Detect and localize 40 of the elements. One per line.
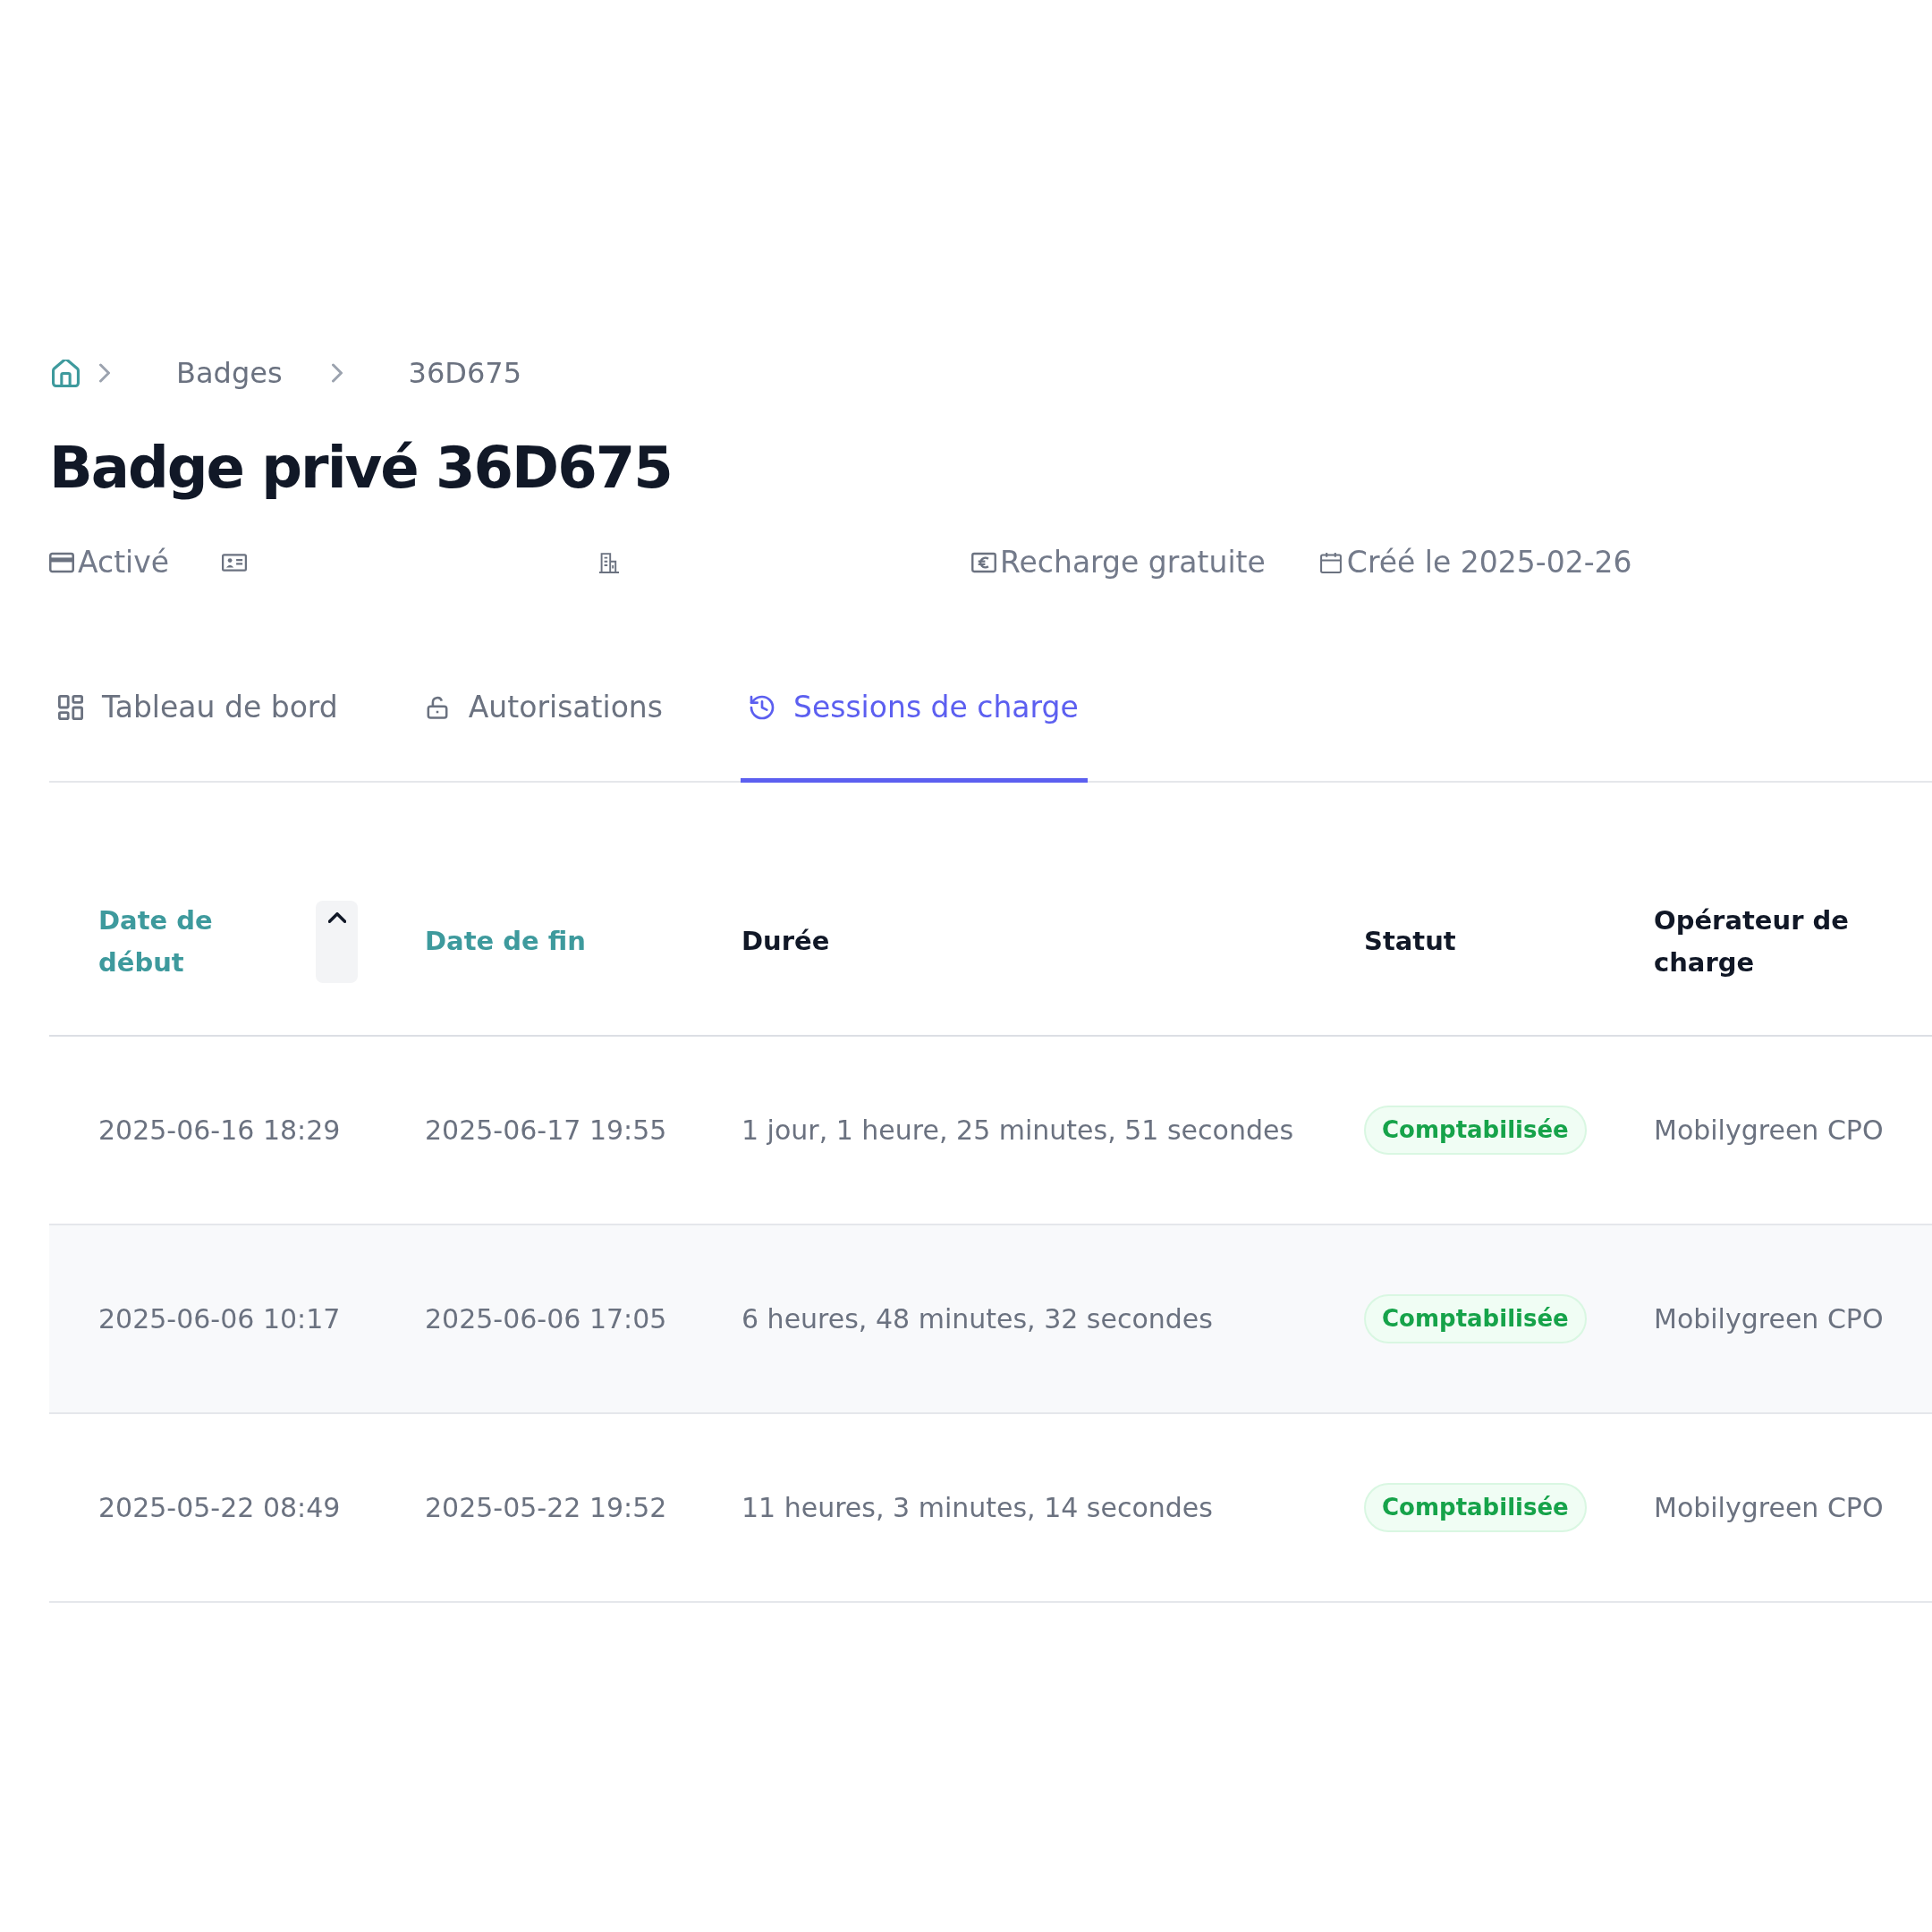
status-label: Activé <box>78 545 170 580</box>
current-page-label: 36D675 <box>408 355 521 392</box>
status-badge: Comptabilisée <box>1364 1106 1587 1155</box>
table-cell: Mobilygreen CPO <box>1654 1302 1884 1335</box>
column-header: Opérateur de charge <box>1654 903 1850 979</box>
column-header: Statut <box>1364 925 1457 958</box>
tab[interactable]: Sessions de charge <box>740 632 1088 783</box>
creation-date: Créé le 2025-02-26 <box>1346 545 1632 580</box>
table-cell: Mobilygreen CPO <box>1654 1491 1884 1523</box>
breadcrumb-link[interactable]: Badges <box>176 353 283 393</box>
table-cell: 11 heures, 3 minutes, 14 secondes <box>741 1491 1213 1523</box>
tab[interactable]: Autorisations <box>415 632 672 783</box>
history-icon <box>749 695 775 720</box>
table-cell: 2025-06-16 18:29 <box>98 1114 341 1146</box>
column-header[interactable]: Date de début <box>98 899 277 984</box>
column-header: Durée <box>741 925 831 958</box>
column-header[interactable]: Date de fin <box>425 920 604 962</box>
table-cell: 2025-06-17 19:55 <box>425 1114 667 1146</box>
id-card-icon <box>222 552 248 573</box>
card-icon <box>49 552 74 573</box>
table-cell: 2025-05-22 19:52 <box>425 1491 667 1523</box>
home-icon[interactable] <box>52 359 80 387</box>
calendar-icon <box>1318 552 1343 573</box>
status-badge: Comptabilisée <box>1364 1294 1587 1343</box>
table-cell: Mobilygreen CPO <box>1654 1114 1884 1146</box>
pricing-label: Recharge gratuite <box>1000 545 1266 580</box>
tab[interactable]: Tableau de bord <box>49 632 347 783</box>
table-cell: 2025-06-06 10:17 <box>98 1302 341 1335</box>
euro-icon <box>971 552 997 573</box>
caret-up-icon <box>327 911 346 923</box>
sort-button[interactable] <box>316 900 358 983</box>
grid-icon <box>58 695 83 720</box>
table-cell: 2025-05-22 08:49 <box>98 1491 341 1523</box>
table-cell: 1 jour, 1 heure, 25 minutes, 51 secondes <box>741 1114 1294 1146</box>
table-cell: 2025-06-06 17:05 <box>425 1302 667 1335</box>
page-title: Badge privé 36D675 <box>49 434 672 503</box>
table-cell: 6 heures, 48 minutes, 32 secondes <box>741 1302 1213 1335</box>
chevron-right-icon <box>331 363 343 383</box>
chevron-right-icon <box>99 363 110 383</box>
status-badge: Comptabilisée <box>1364 1483 1587 1532</box>
